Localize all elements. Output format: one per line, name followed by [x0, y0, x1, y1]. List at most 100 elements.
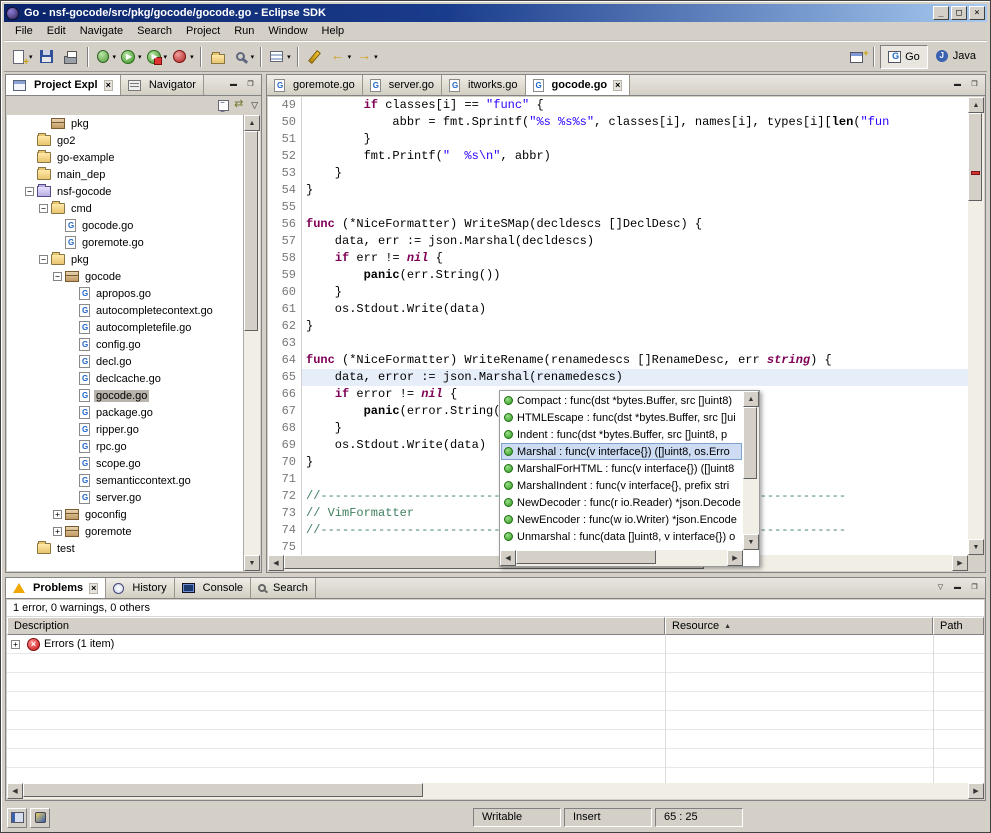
annotations-button[interactable]: ▾	[266, 45, 293, 69]
minimize-view-icon[interactable]: ▬	[226, 79, 241, 92]
explorer-tab-project-expl[interactable]: Project Expl×	[6, 75, 121, 95]
tree-item-decl-go[interactable]: decl.go	[7, 353, 243, 370]
menu-search[interactable]: Search	[130, 23, 179, 39]
autocomplete-item-marshalforhtml[interactable]: MarshalForHTML : func(v interface{}) ([]…	[501, 460, 742, 477]
dropdown-arrow-icon[interactable]: ▾	[374, 53, 378, 61]
dropdown-arrow-icon[interactable]: ▾	[29, 53, 33, 61]
fast-view-button[interactable]	[7, 808, 27, 828]
minimize-button[interactable]: _	[933, 6, 949, 20]
scroll-down-icon[interactable]: ▼	[743, 534, 759, 550]
expand-expander-icon[interactable]: +	[53, 527, 62, 536]
code-line-57[interactable]: data, err := json.Marshal(decldescs)	[302, 233, 968, 250]
close-tab-icon[interactable]: ×	[613, 80, 622, 91]
profile-button[interactable]: ▾	[169, 45, 196, 69]
explorer-tab-navigator[interactable]: Navigator	[121, 75, 204, 95]
minimize-view-icon[interactable]: ▬	[950, 582, 965, 595]
popup-vertical-scrollbar[interactable]: ▲ ▼	[743, 391, 759, 550]
view-menu-button[interactable]: ▽	[251, 97, 258, 113]
menu-run[interactable]: Run	[227, 23, 261, 39]
dropdown-arrow-icon[interactable]: ▾	[113, 53, 117, 61]
new-button[interactable]: ▾	[8, 45, 35, 69]
tree-item-gocode-go[interactable]: gocode.go	[7, 387, 243, 404]
autocomplete-item-indent[interactable]: Indent : func(dst *bytes.Buffer, src []u…	[501, 426, 742, 443]
code-line-55[interactable]	[302, 199, 968, 216]
column-header-path[interactable]: Path	[933, 617, 984, 635]
dropdown-arrow-icon[interactable]: ▾	[138, 53, 142, 61]
autocomplete-item-newdecoder[interactable]: NewDecoder : func(r io.Reader) *json.Dec…	[501, 494, 742, 511]
run-external-button[interactable]: ▾	[144, 45, 170, 69]
code-line-65[interactable]: data, error := json.Marshal(renamedescs)	[302, 369, 968, 386]
close-tab-icon[interactable]: ×	[104, 80, 113, 91]
tree-item-server-go[interactable]: server.go	[7, 489, 243, 506]
code-line-56[interactable]: func (*NiceFormatter) WriteSMap(decldesc…	[302, 216, 968, 233]
last-edit-button[interactable]	[303, 45, 327, 69]
code-line-60[interactable]: }	[302, 284, 968, 301]
maximize-button[interactable]: □	[951, 6, 967, 20]
tree-item-cmd[interactable]: −cmd	[7, 200, 243, 217]
code-line-62[interactable]: }	[302, 318, 968, 335]
tree-item-gocode-go[interactable]: gocode.go	[7, 217, 243, 234]
tree-item-declcache-go[interactable]: declcache.go	[7, 370, 243, 387]
scroll-up-icon[interactable]: ▲	[244, 115, 260, 131]
scroll-down-icon[interactable]: ▼	[968, 539, 984, 555]
problems-tab-search[interactable]: Search	[251, 578, 316, 598]
dropdown-arrow-icon[interactable]: ▾	[348, 53, 352, 61]
forward-button[interactable]: ▾	[353, 45, 380, 69]
tree-item-test[interactable]: test	[7, 540, 243, 557]
menu-navigate[interactable]: Navigate	[73, 23, 130, 39]
tree-item-ripper-go[interactable]: ripper.go	[7, 421, 243, 438]
tree-item-rpc-go[interactable]: rpc.go	[7, 438, 243, 455]
collapse-expander-icon[interactable]: −	[39, 255, 48, 264]
menu-file[interactable]: File	[8, 23, 40, 39]
close-tab-icon[interactable]: ×	[89, 583, 98, 594]
problems-horizontal-scrollbar[interactable]: ◀ ▶	[7, 783, 984, 799]
problems-tab-history[interactable]: History	[106, 578, 174, 598]
menu-edit[interactable]: Edit	[40, 23, 73, 39]
tree-item-config-go[interactable]: config.go	[7, 336, 243, 353]
search-button[interactable]: ▾	[230, 45, 257, 69]
collapse-expander-icon[interactable]: −	[53, 272, 62, 281]
problems-tab-console[interactable]: Console	[175, 578, 251, 598]
tree-item-pkg[interactable]: pkg	[7, 115, 243, 132]
scroll-up-icon[interactable]: ▲	[968, 97, 984, 113]
tree-item-autocompletefile-go[interactable]: autocompletefile.go	[7, 319, 243, 336]
autocomplete-item-newencoder[interactable]: NewEncoder : func(w io.Writer) *json.Enc…	[501, 511, 742, 528]
autocomplete-item-marshal[interactable]: Marshal : func(v interface{}) ([]uint8, …	[501, 443, 742, 460]
tree-item-go2[interactable]: go2	[7, 132, 243, 149]
tree-item-goconfig[interactable]: +goconfig	[7, 506, 243, 523]
maximize-view-icon[interactable]: ❒	[967, 79, 982, 92]
maximize-view-icon[interactable]: ❒	[243, 79, 258, 92]
scroll-left-icon[interactable]: ◀	[500, 550, 516, 566]
scroll-down-icon[interactable]: ▼	[244, 555, 260, 571]
tree-item-nsf-gocode[interactable]: −nsf-gocode	[7, 183, 243, 200]
minimized-view-button[interactable]	[30, 808, 50, 828]
menu-window[interactable]: Window	[261, 23, 314, 39]
autocomplete-item-marshalindent[interactable]: MarshalIndent : func(v interface{}, pref…	[501, 477, 742, 494]
scroll-thumb[interactable]	[23, 783, 423, 797]
scroll-right-icon[interactable]: ▶	[952, 555, 968, 571]
dropdown-arrow-icon[interactable]: ▾	[287, 53, 291, 61]
tree-item-main-dep[interactable]: main_dep	[7, 166, 243, 183]
code-line-54[interactable]: }	[302, 182, 968, 199]
run-button[interactable]: ▾	[118, 45, 144, 69]
collapse-expander-icon[interactable]: −	[39, 204, 48, 213]
expand-expander-icon[interactable]: +	[11, 640, 20, 649]
titlebar[interactable]: Go - nsf-gocode/src/pkg/gocode/gocode.go…	[4, 4, 987, 22]
scroll-thumb[interactable]	[244, 131, 258, 331]
tree-item-semanticcontext-go[interactable]: semanticcontext.go	[7, 472, 243, 489]
maximize-view-icon[interactable]: ❒	[967, 582, 982, 595]
menu-project[interactable]: Project	[179, 23, 227, 39]
code-line-52[interactable]: fmt.Printf(" %s\n", abbr)	[302, 148, 968, 165]
editor-tab-itworks-go[interactable]: itworks.go	[442, 75, 526, 95]
open-perspective-button[interactable]	[845, 45, 869, 69]
tree-item-pkg[interactable]: −pkg	[7, 251, 243, 268]
view-menu-icon[interactable]: ▽	[933, 582, 948, 595]
column-header-description[interactable]: Description	[7, 617, 665, 635]
autocomplete-item-unmarshal[interactable]: Unmarshal : func(data []uint8, v interfa…	[501, 528, 742, 545]
save-button[interactable]	[35, 45, 59, 69]
scroll-left-icon[interactable]: ◀	[268, 555, 284, 571]
scroll-thumb[interactable]	[516, 550, 656, 564]
tree-item-scope-go[interactable]: scope.go	[7, 455, 243, 472]
code-line-58[interactable]: if err != nil {	[302, 250, 968, 267]
dropdown-arrow-icon[interactable]: ▾	[251, 53, 255, 61]
